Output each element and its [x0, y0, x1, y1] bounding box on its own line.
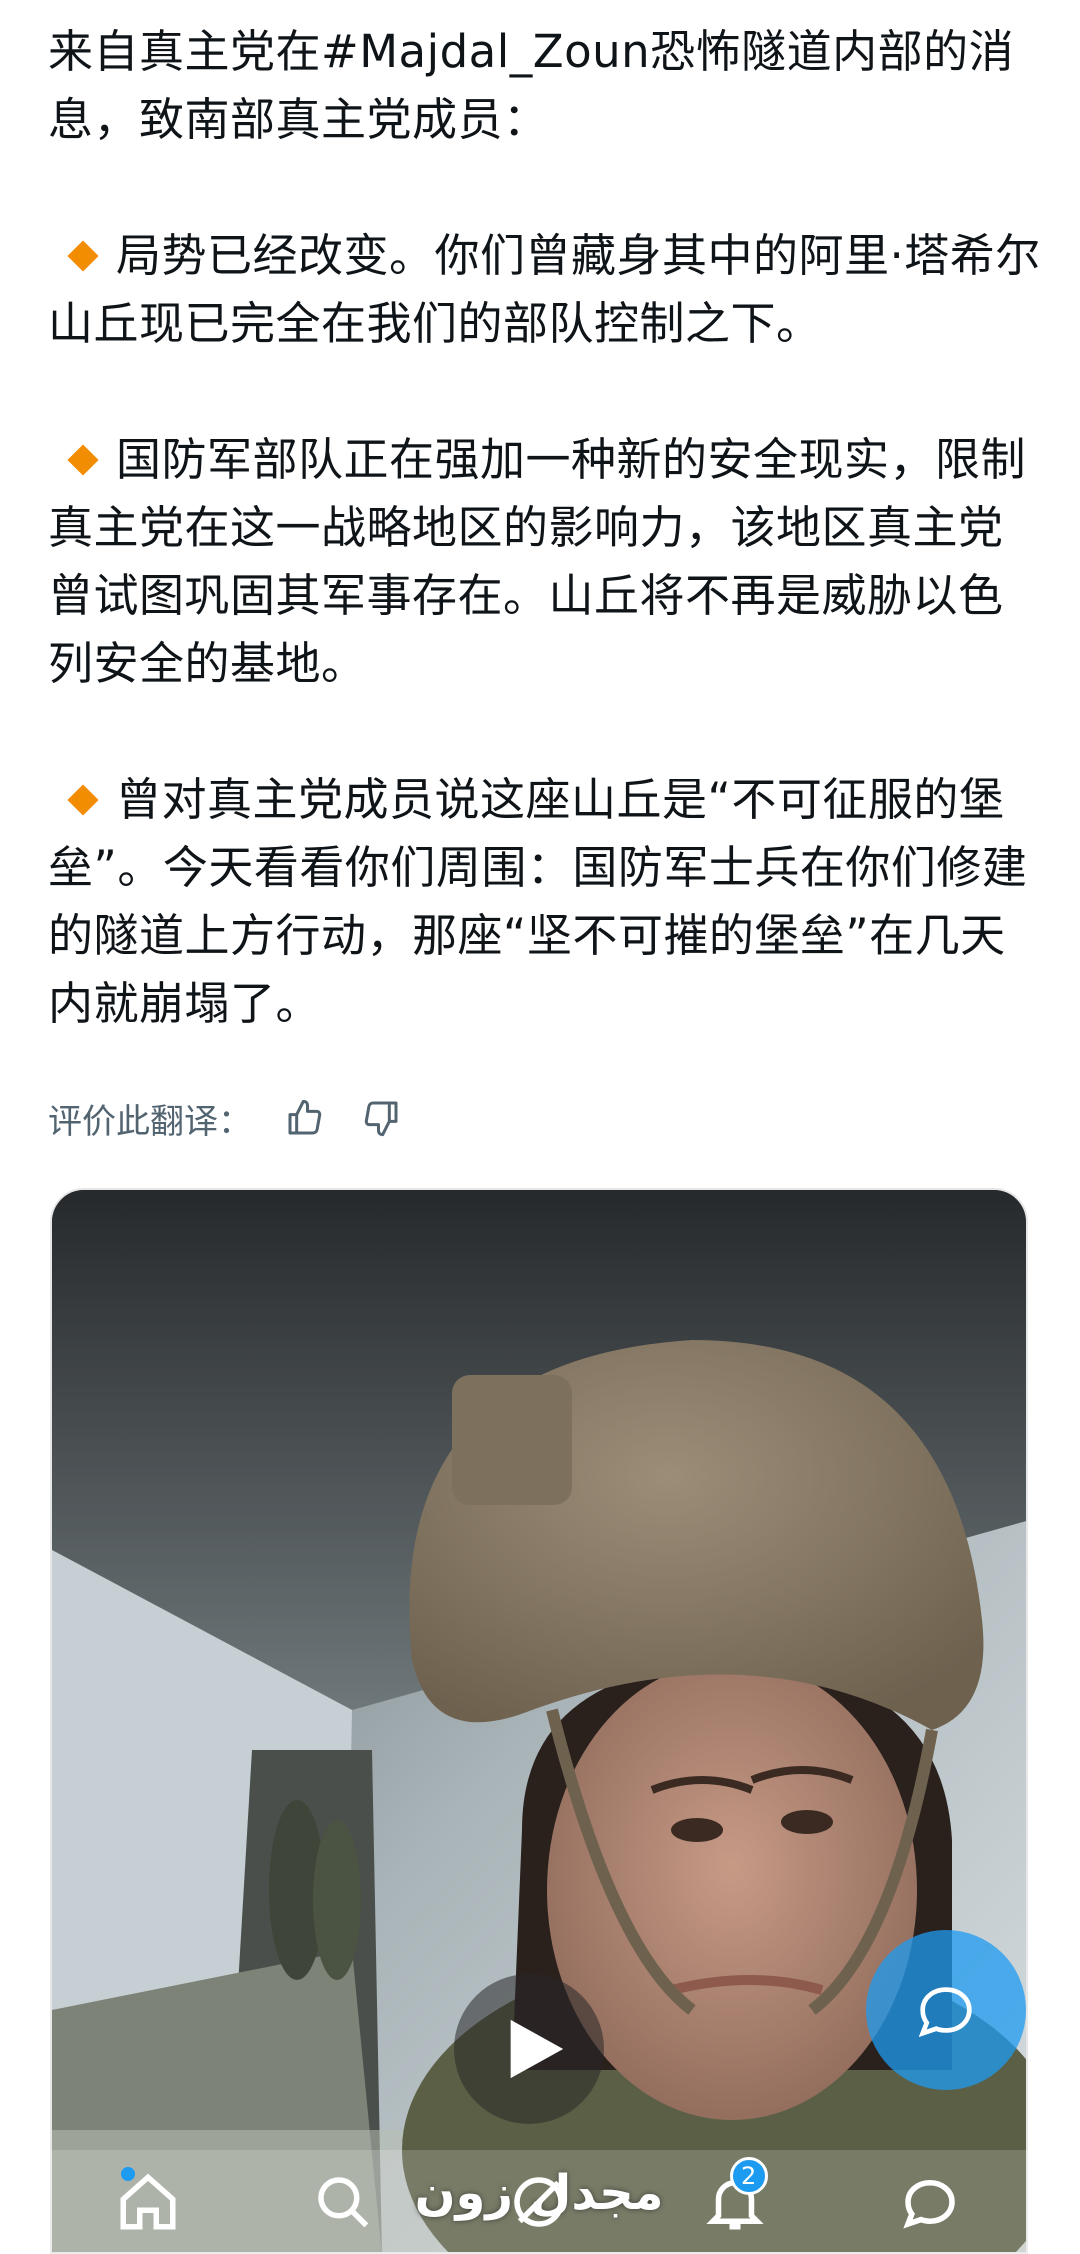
nav-notifications[interactable]: 2	[690, 2157, 780, 2247]
notification-badge: 2	[729, 2157, 768, 2195]
nav-search[interactable]	[298, 2157, 388, 2247]
thumbs-up-icon[interactable]	[282, 1095, 328, 1141]
compose-button[interactable]	[866, 1930, 1026, 2090]
post-bullet-2: 国防军部队正在强加一种新的安全现实，限制真主党在这一战略地区的影响力，该地区真主…	[48, 426, 1048, 698]
post-bullet-3: 曾对真主党成员说这座山丘是“不可征服的堡垒”。今天看看你们周围：国防军士兵在你们…	[48, 766, 1048, 1038]
nav-grok[interactable]	[494, 2157, 584, 2247]
bullet-text: 局势已经改变。你们曾藏身其中的阿里·塔希尔山丘现已完全在我们的部队控制之下。	[48, 229, 1041, 350]
play-icon	[510, 2019, 564, 2079]
orange-diamond-icon	[67, 444, 99, 476]
post-body: 来自真主党在#Majdal_Zoun恐怖隧道内部的消息，致南部真主党成员： 局势…	[48, 18, 1048, 1038]
nav-home[interactable]	[103, 2157, 193, 2247]
messages-icon	[903, 2179, 955, 2229]
post-intro: 来自真主党在#Majdal_Zoun恐怖隧道内部的消息，致南部真主党成员：	[48, 25, 1015, 146]
orange-diamond-icon	[67, 240, 99, 272]
thumbs-down-icon[interactable]	[358, 1095, 404, 1141]
grok-icon	[514, 2177, 564, 2227]
post-bullet-1: 局势已经改变。你们曾藏身其中的阿里·塔希尔山丘现已完全在我们的部队控制之下。	[48, 222, 1048, 358]
rate-translation-label: 评价此翻译：	[48, 1101, 252, 1142]
bullet-text: 曾对真主党成员说这座山丘是“不可征服的堡垒”。今天看看你们周围：国防军士兵在你们…	[48, 773, 1028, 1030]
video-media[interactable]: مجدل زون	[50, 1188, 1028, 2254]
bullet-text: 国防军部队正在强加一种新的安全现实，限制真主党在这一战略地区的影响力，该地区真主…	[48, 433, 1027, 690]
translation-rating: 评价此翻译：	[48, 1088, 404, 1148]
bottom-navigation: 2	[50, 2150, 1028, 2254]
unread-dot	[120, 2167, 135, 2181]
compose-icon	[918, 1987, 972, 2038]
search-icon	[318, 2177, 369, 2228]
nav-messages[interactable]	[885, 2157, 975, 2247]
play-button[interactable]	[454, 1974, 604, 2124]
orange-diamond-icon	[67, 784, 99, 816]
